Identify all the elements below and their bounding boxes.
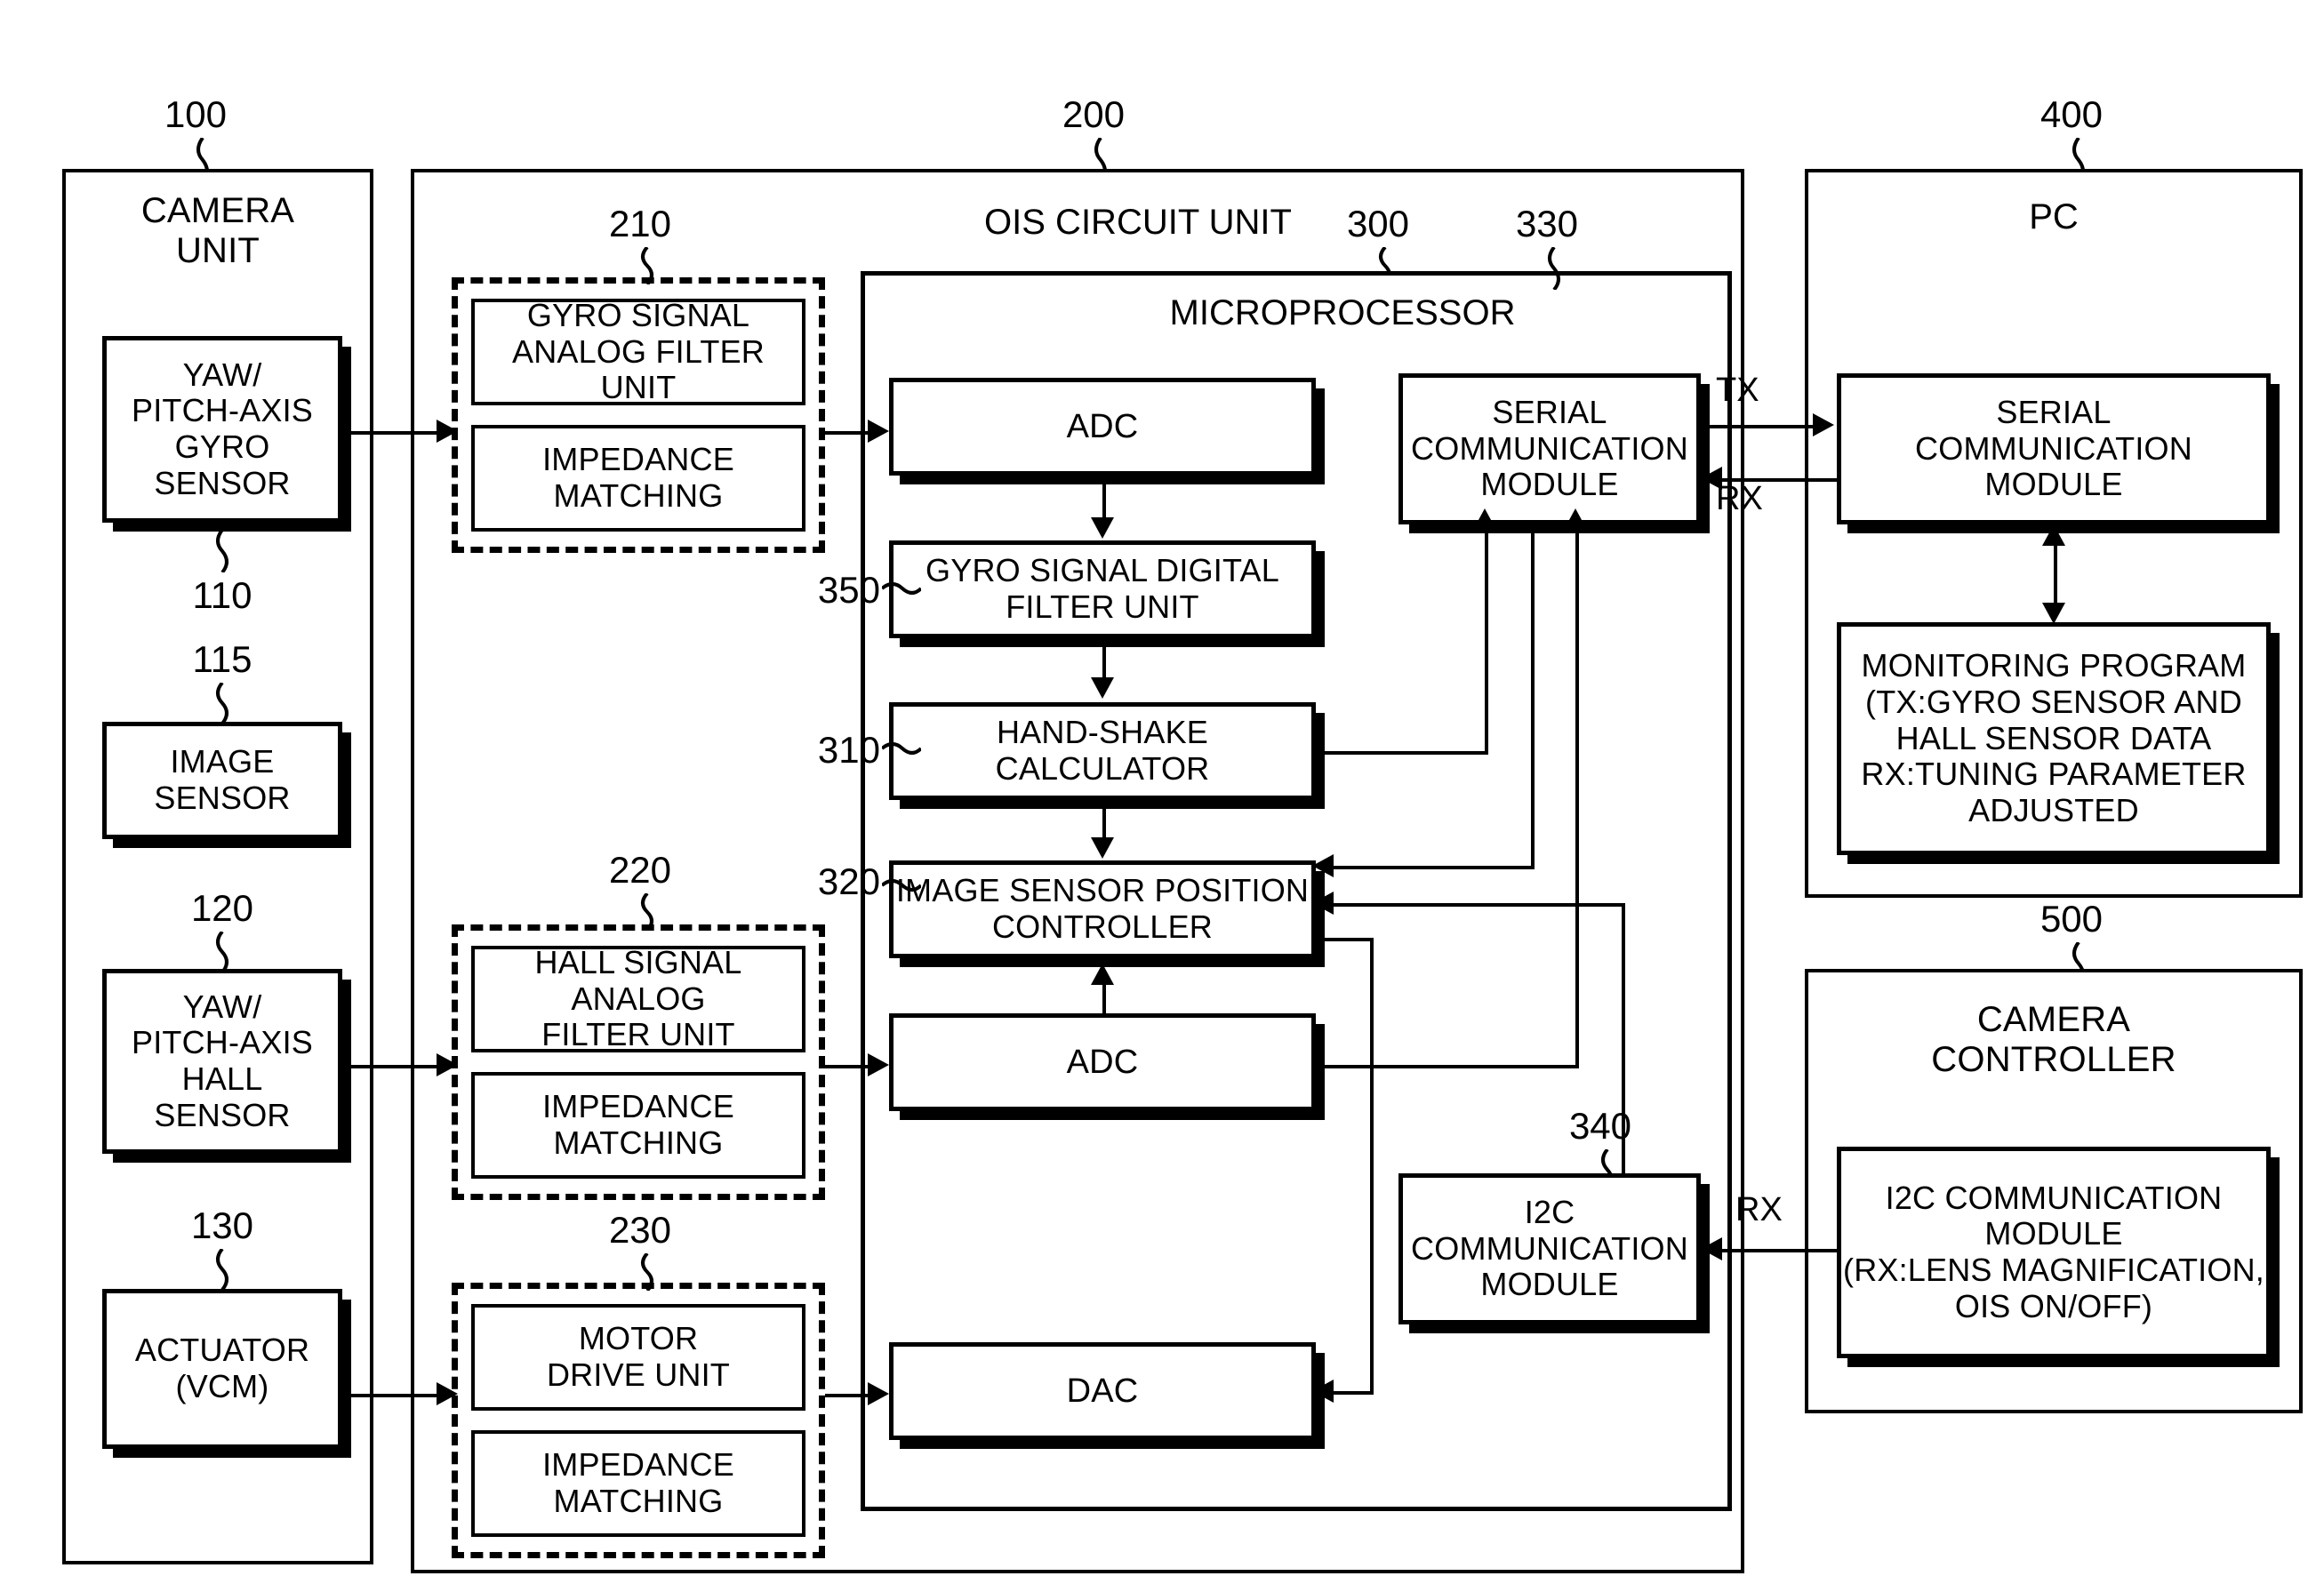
ois-circuit-unit-title: OIS CIRCUIT UNIT bbox=[984, 203, 1292, 242]
ref-number-210: 210 bbox=[608, 203, 672, 244]
ref-number-100: 100 bbox=[164, 93, 228, 135]
leader-line-320 bbox=[882, 879, 921, 892]
connector-actuator-to-motor-drive bbox=[351, 1394, 440, 1397]
adc-gyro-block[interactable]: ADC bbox=[889, 378, 1316, 476]
arrowhead-adc-to-digital-filter bbox=[1091, 517, 1114, 539]
leader-line-350 bbox=[882, 582, 921, 595]
leader-line-310 bbox=[882, 742, 921, 755]
arrowhead-handshake-to-position-controller bbox=[1091, 837, 1114, 859]
connector-handshake-to-position-controller bbox=[1102, 804, 1106, 839]
ref-number-200: 200 bbox=[1062, 93, 1126, 135]
arrowhead-gyro-analog-to-adc bbox=[868, 420, 889, 443]
connector-serial-to-position-controller-h bbox=[1334, 866, 1535, 869]
ref-number-350: 350 bbox=[817, 569, 880, 611]
arrowhead-i2c-rx bbox=[1701, 1237, 1722, 1260]
connector-i2c-to-position-controller-v bbox=[1622, 903, 1625, 1175]
hall-impedance-matching-block[interactable]: IMPEDANCE MATCHING bbox=[471, 1072, 805, 1179]
dac-block[interactable]: DAC bbox=[889, 1342, 1316, 1440]
connector-i2c-to-position-controller-h bbox=[1334, 903, 1625, 907]
connector-pc-serial-to-monitoring bbox=[2054, 544, 2057, 606]
arrowhead-adc-hall-to-serial bbox=[1564, 508, 1587, 530]
connector-gyro-sensor-to-analog bbox=[351, 431, 440, 435]
i2c-communication-module-mcu-block[interactable]: I2C COMMUNICATION MODULE bbox=[1398, 1173, 1701, 1324]
serial-communication-module-mcu-block[interactable]: SERIAL COMMUNICATION MODULE bbox=[1398, 373, 1701, 524]
patent-figure-canvas: 100 CAMERA UNIT YAW/ PITCH-AXIS GYRO SEN… bbox=[0, 0, 2324, 1576]
adc-hall-block[interactable]: ADC bbox=[889, 1013, 1316, 1111]
connector-position-controller-to-dac-in bbox=[1334, 1391, 1374, 1395]
connector-handshake-to-serial-h bbox=[1316, 751, 1488, 755]
ref-number-320: 320 bbox=[817, 860, 880, 902]
gyro-impedance-matching-block[interactable]: IMPEDANCE MATCHING bbox=[471, 425, 805, 532]
rx-label: RX bbox=[1716, 480, 1763, 517]
image-sensor-block[interactable]: IMAGE SENSOR bbox=[102, 722, 342, 839]
connector-handshake-to-serial-v bbox=[1485, 530, 1488, 752]
tx-label: TX bbox=[1716, 372, 1759, 409]
motor-drive-unit-block[interactable]: MOTOR DRIVE UNIT bbox=[471, 1304, 805, 1411]
hall-signal-analog-filter-unit-block[interactable]: HALL SIGNAL ANALOG FILTER UNIT bbox=[471, 944, 805, 1052]
connector-tx-line bbox=[1701, 425, 1816, 428]
ref-number-310: 310 bbox=[817, 729, 880, 771]
connector-adc-hall-to-serial-h bbox=[1316, 1065, 1579, 1068]
arrowhead-pc-monitoring-down bbox=[2042, 603, 2065, 624]
microprocessor-title: MICROPROCESSOR bbox=[1169, 293, 1516, 332]
yaw-pitch-axis-gyro-sensor-block[interactable]: YAW/ PITCH-AXIS GYRO SENSOR bbox=[102, 336, 342, 523]
camera-controller-title: CAMERA CONTROLLER bbox=[1931, 1000, 2176, 1080]
connector-adc-hall-to-position-controller bbox=[1102, 985, 1106, 1015]
hand-shake-calculator-block[interactable]: HAND-SHAKE CALCULATOR bbox=[889, 702, 1316, 800]
leader-line-330 bbox=[1548, 247, 1560, 290]
arrowhead-tx bbox=[1813, 413, 1834, 436]
arrowhead-gyro-sensor-to-analog bbox=[437, 420, 458, 443]
ref-number-500: 500 bbox=[2040, 898, 2104, 940]
arrowhead-adc-hall-to-position-controller bbox=[1091, 964, 1114, 985]
ref-number-220: 220 bbox=[608, 849, 672, 891]
yaw-pitch-axis-hall-sensor-block[interactable]: YAW/ PITCH-AXIS HALL SENSOR bbox=[102, 969, 342, 1154]
leader-line-115 bbox=[216, 683, 228, 724]
leader-line-110 bbox=[216, 530, 228, 572]
arrowhead-hall-analog-to-adc bbox=[868, 1053, 889, 1076]
ref-number-230: 230 bbox=[608, 1209, 672, 1251]
arrowhead-hall-sensor-to-analog bbox=[437, 1053, 458, 1076]
ref-number-110: 110 bbox=[192, 574, 252, 616]
serial-communication-module-pc-block[interactable]: SERIAL COMMUNICATION MODULE bbox=[1837, 373, 2271, 524]
motor-impedance-matching-block[interactable]: IMPEDANCE MATCHING bbox=[471, 1430, 805, 1537]
ref-number-130: 130 bbox=[190, 1204, 254, 1246]
connector-position-controller-to-dac-h bbox=[1316, 938, 1374, 941]
gyro-signal-analog-filter-unit-block[interactable]: GYRO SIGNAL ANALOG FILTER UNIT bbox=[471, 297, 805, 405]
gyro-signal-digital-filter-unit-block[interactable]: GYRO SIGNAL DIGITAL FILTER UNIT bbox=[889, 540, 1316, 638]
ref-number-330: 330 bbox=[1515, 203, 1579, 244]
i2c-rx-label: RX bbox=[1735, 1191, 1783, 1228]
arrowhead-handshake-to-serial bbox=[1473, 508, 1496, 530]
monitoring-program-block[interactable]: MONITORING PROGRAM (TX:GYRO SENSOR AND H… bbox=[1837, 622, 2271, 855]
connector-i2c-rx-line bbox=[1722, 1249, 1838, 1252]
connector-hall-sensor-to-analog bbox=[351, 1065, 440, 1068]
arrowhead-position-controller-to-dac bbox=[1312, 1380, 1334, 1403]
pc-title: PC bbox=[2029, 197, 2079, 236]
connector-serial-to-position-controller-v bbox=[1531, 530, 1535, 868]
leader-line-120 bbox=[216, 932, 228, 972]
connector-position-controller-to-dac-v bbox=[1370, 938, 1374, 1391]
image-sensor-position-controller-block[interactable]: IMAGE SENSOR POSITION CONTROLLER bbox=[889, 860, 1316, 958]
arrowhead-dac-to-motor-drive bbox=[868, 1382, 889, 1405]
arrowhead-serial-to-position-controller bbox=[1312, 854, 1334, 877]
arrowhead-pc-monitoring-up bbox=[2042, 524, 2065, 546]
leader-line-130 bbox=[216, 1249, 228, 1290]
ref-number-400: 400 bbox=[2040, 93, 2104, 135]
ref-number-120: 120 bbox=[190, 887, 254, 929]
connector-adc-to-digital-filter bbox=[1102, 480, 1106, 519]
arrowhead-i2c-to-position-controller bbox=[1312, 892, 1334, 915]
arrowhead-digital-filter-to-handshake bbox=[1091, 677, 1114, 699]
i2c-communication-module-controller-block[interactable]: I2C COMMUNICATION MODULE (RX:LENS MAGNIF… bbox=[1837, 1147, 2271, 1358]
camera-unit-title: CAMERA UNIT bbox=[140, 191, 295, 271]
actuator-vcm-block[interactable]: ACTUATOR (VCM) bbox=[102, 1289, 342, 1449]
ref-number-300: 300 bbox=[1346, 203, 1410, 244]
ref-number-340: 340 bbox=[1568, 1105, 1632, 1147]
connector-digital-filter-to-handshake bbox=[1102, 642, 1106, 679]
ref-number-115: 115 bbox=[192, 638, 252, 680]
arrowhead-actuator-to-motor-drive bbox=[437, 1382, 458, 1405]
connector-adc-hall-to-serial-v bbox=[1575, 530, 1579, 1067]
